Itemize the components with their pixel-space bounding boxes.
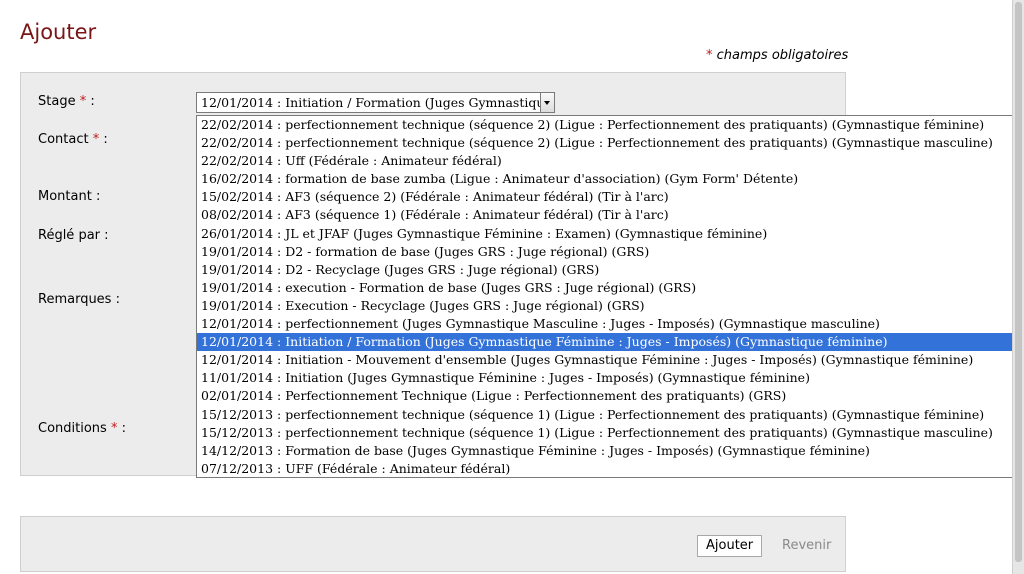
dropdown-option[interactable]: 14/12/2013 : Formation de base (Juges Gy… [197, 442, 1023, 460]
dropdown-option[interactable]: 22/02/2014 : perfectionnement technique … [197, 134, 1023, 152]
dropdown-option[interactable]: 15/12/2013 : perfectionnement technique … [197, 406, 1023, 424]
dropdown-option[interactable]: 19/01/2014 : D2 - formation de base (Jug… [197, 243, 1023, 261]
required-note-text: champs obligatoires [716, 48, 849, 63]
stage-select[interactable]: 12/01/2014 : Initiation / Formation (Jug… [196, 92, 555, 113]
dropdown-option[interactable]: 02/01/2014 : Perfectionnement Technique … [197, 387, 1023, 405]
dropdown-option[interactable]: 19/01/2014 : D2 - Recyclage (Juges GRS :… [197, 261, 1023, 279]
dropdown-option[interactable]: 12/01/2014 : perfectionnement (Juges Gym… [197, 315, 1023, 333]
dropdown-option[interactable]: 26/01/2014 : JL et JFAF (Juges Gymnastiq… [197, 225, 1023, 243]
dropdown-option[interactable]: 16/02/2014 : formation de base zumba (Li… [197, 170, 1023, 188]
dropdown-option[interactable]: 11/01/2014 : Initiation (Juges Gymnastiq… [197, 369, 1023, 387]
dropdown-option[interactable]: 08/02/2014 : AF3 (séquence 1) (Fédérale … [197, 206, 1023, 224]
dropdown-option[interactable]: 15/02/2014 : AF3 (séquence 2) (Fédérale … [197, 188, 1023, 206]
dropdown-option[interactable]: 22/02/2014 : perfectionnement technique … [197, 116, 1023, 134]
dropdown-option[interactable]: 12/01/2014 : Initiation - Mouvement d'en… [197, 351, 1023, 369]
required-marker: * [706, 48, 713, 63]
stage-label: Stage * : [38, 94, 95, 109]
dropdown-option[interactable]: 15/12/2013 : perfectionnement technique … [197, 424, 1023, 442]
scrollbar-thumb[interactable] [1015, 2, 1022, 562]
stage-select-value: 12/01/2014 : Initiation / Formation (Jug… [201, 95, 554, 110]
dropdown-option[interactable]: 12/01/2014 : Initiation / Formation (Jug… [197, 333, 1023, 352]
back-button[interactable]: Revenir [773, 535, 840, 557]
regle-par-label: Réglé par : [38, 228, 109, 243]
remarques-label: Remarques : [38, 292, 120, 307]
required-fields-note: * champs obligatoires [706, 48, 848, 63]
dropdown-option[interactable]: 19/01/2014 : Execution - Recyclage (Juge… [197, 297, 1023, 315]
conditions-label: Conditions * : [38, 421, 126, 436]
dropdown-option[interactable]: 22/02/2014 : Uff (Fédérale : Animateur f… [197, 152, 1023, 170]
stage-dropdown-list[interactable]: 22/02/2014 : perfectionnement technique … [196, 115, 1024, 478]
montant-label: Montant : [38, 189, 101, 204]
page-title: Ajouter [20, 20, 97, 44]
chevron-down-icon[interactable] [540, 93, 554, 112]
dropdown-option[interactable]: 19/01/2014 : execution - Formation de ba… [197, 279, 1023, 297]
contact-label: Contact * : [38, 132, 108, 147]
page-scrollbar[interactable] [1012, 0, 1024, 574]
dropdown-option[interactable]: 07/12/2013 : UFF (Fédérale : Animateur f… [197, 460, 1023, 477]
add-button[interactable]: Ajouter [697, 535, 763, 557]
